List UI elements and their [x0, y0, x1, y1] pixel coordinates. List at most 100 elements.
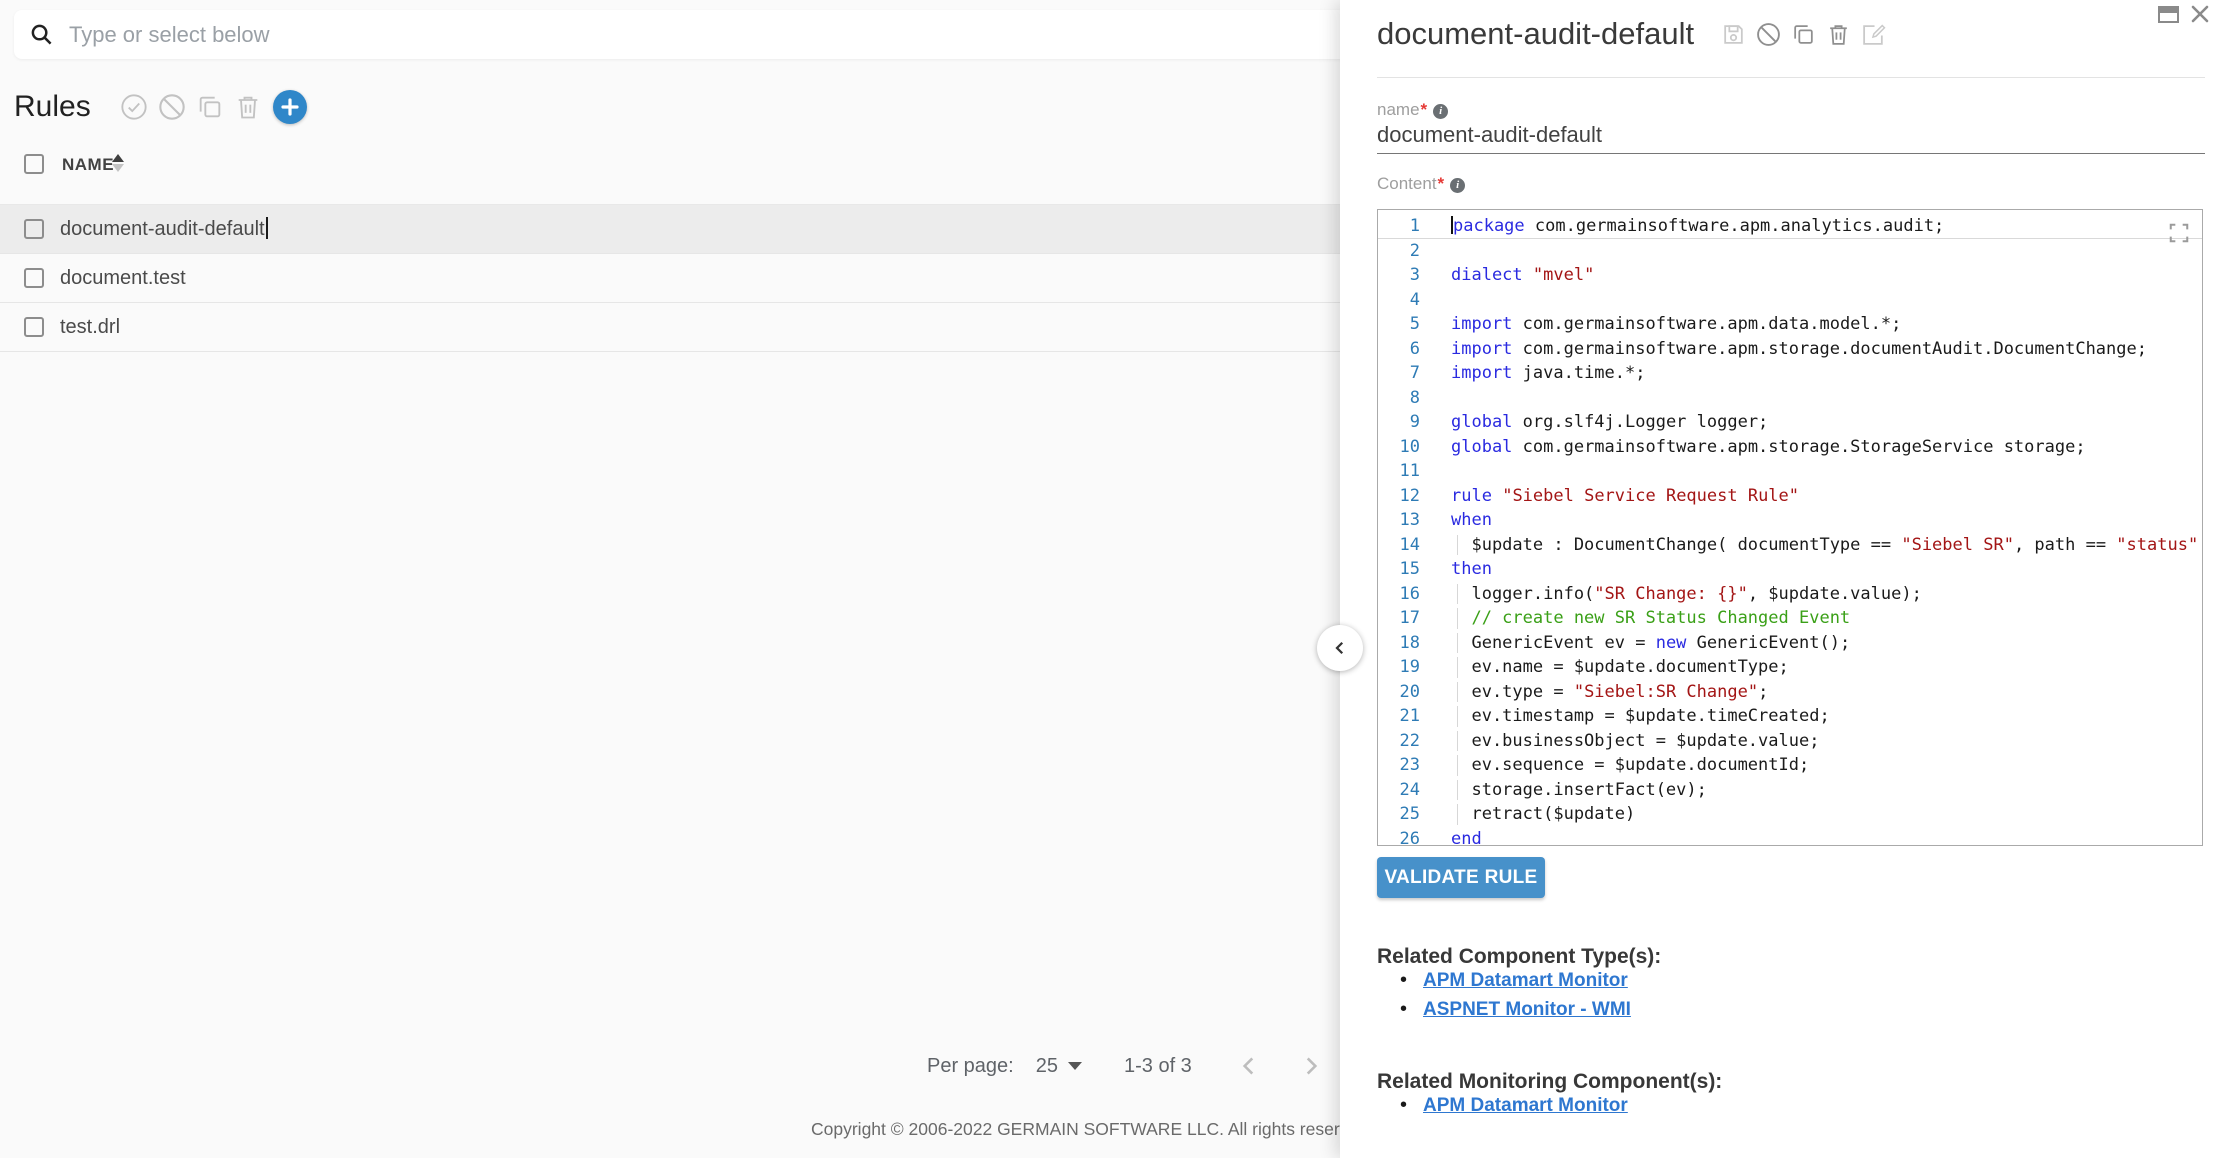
- code-token: [1492, 486, 1502, 506]
- next-page-button[interactable]: [1298, 1053, 1324, 1079]
- code-token: ev.timestamp = $update.timeCreated;: [1451, 706, 1830, 726]
- line-number: 25: [1378, 802, 1420, 827]
- related-link[interactable]: APM Datamart Monitor: [1423, 1095, 1628, 1117]
- line-number: 5: [1378, 312, 1420, 337]
- line-number: 7: [1378, 361, 1420, 386]
- line-number: 18: [1378, 631, 1420, 656]
- row-checkbox[interactable]: [24, 219, 44, 239]
- code-token: , $update.value);: [1748, 584, 1922, 604]
- line-number: 11: [1378, 459, 1420, 484]
- code-token: // create new SR Status Changed Event: [1451, 608, 1850, 628]
- code-line: 24 storage.insertFact(ev);: [1378, 778, 2202, 803]
- per-page-value: 25: [1036, 1055, 1058, 1078]
- line-number: 3: [1378, 263, 1420, 288]
- related-link[interactable]: APM Datamart Monitor: [1423, 970, 1628, 992]
- code-text: $update : DocumentChange( documentType =…: [1451, 533, 2202, 558]
- close-panel-button[interactable]: [2191, 5, 2209, 23]
- related-link[interactable]: ASPNET Monitor - WMI: [1423, 999, 1631, 1021]
- line-number: 2: [1378, 239, 1420, 264]
- pagination-range: 1-3 of 3: [1124, 1055, 1192, 1078]
- line-number: 8: [1378, 386, 1420, 411]
- caret-down-icon: [1068, 1062, 1082, 1070]
- code-token: storage.insertFact(ev);: [1451, 780, 1707, 800]
- code-token: logger.info(: [1451, 584, 1594, 604]
- code-text: end: [1451, 827, 2202, 847]
- trash-icon[interactable]: [234, 93, 262, 121]
- code-token: package: [1453, 216, 1525, 236]
- name-field-value[interactable]: document-audit-default: [1377, 122, 1602, 148]
- code-token: when: [1451, 510, 1492, 530]
- code-editor[interactable]: 1package com.germainsoftware.apm.analyti…: [1377, 209, 2203, 846]
- maximize-button[interactable]: [2158, 6, 2179, 23]
- code-line: 3dialect "mvel": [1378, 263, 2202, 288]
- code-token: org.slf4j.Logger logger;: [1512, 412, 1768, 432]
- line-number: 23: [1378, 753, 1420, 778]
- collapse-panel-button[interactable]: [1317, 625, 1363, 671]
- info-icon[interactable]: i: [1450, 178, 1465, 193]
- code-line: 14 $update : DocumentChange( documentTyp…: [1378, 533, 2202, 558]
- code-token: ev.sequence = $update.documentId;: [1451, 755, 1809, 775]
- header-divider: [1377, 77, 2205, 78]
- code-text: logger.info("SR Change: {}", $update.val…: [1451, 582, 2202, 607]
- content-field-label: Content*i: [1377, 174, 1465, 194]
- code-line: 11: [1378, 459, 2202, 484]
- name-field-label: name*i: [1377, 100, 1448, 120]
- per-page-select[interactable]: 25: [1036, 1055, 1082, 1078]
- previous-page-button[interactable]: [1236, 1053, 1262, 1079]
- code-line: 9global org.slf4j.Logger logger;: [1378, 410, 2202, 435]
- panel-header: document-audit-default: [1377, 16, 1891, 52]
- row-checkbox[interactable]: [24, 268, 44, 288]
- maximize-icon: [2158, 6, 2179, 23]
- pagination: Per page: 25 1-3 of 3: [927, 1048, 1360, 1084]
- code-token: com.germainsoftware.apm.data.model.*;: [1512, 314, 1901, 334]
- copy-icon[interactable]: [1791, 22, 1816, 47]
- code-line: 20 ev.type = "Siebel:SR Change";: [1378, 680, 2202, 705]
- related-component-types-list: •APM Datamart Monitor•ASPNET Monitor - W…: [1400, 966, 1631, 1024]
- page-title: Rules: [14, 90, 91, 124]
- line-number: 13: [1378, 508, 1420, 533]
- code-token: ev.type =: [1451, 682, 1574, 702]
- check-circle-icon[interactable]: [120, 93, 148, 121]
- code-text: ev.name = $update.documentType;: [1451, 655, 2202, 680]
- list-item: •APM Datamart Monitor: [1400, 1091, 1628, 1120]
- edit-icon[interactable]: [1861, 22, 1886, 47]
- info-icon[interactable]: i: [1433, 104, 1448, 119]
- column-header-name[interactable]: NAME: [62, 155, 114, 175]
- code-token: import: [1451, 363, 1512, 383]
- code-line: 18 GenericEvent ev = new GenericEvent();: [1378, 631, 2202, 656]
- code-text: retract($update): [1451, 802, 2202, 827]
- sort-indicator[interactable]: [112, 154, 124, 172]
- fullscreen-button[interactable]: [2168, 222, 2190, 244]
- code-token: GenericEvent();: [1686, 633, 1850, 653]
- code-text: import java.time.*;: [1451, 361, 2202, 386]
- code-token: new: [1656, 633, 1687, 653]
- ban-icon[interactable]: [158, 93, 186, 121]
- code-line: 1package com.germainsoftware.apm.analyti…: [1378, 214, 2202, 239]
- code-line: 4: [1378, 288, 2202, 313]
- sort-desc-icon: [112, 164, 124, 172]
- validate-rule-button[interactable]: VALIDATE RULE: [1377, 857, 1545, 898]
- copy-icon[interactable]: [196, 93, 224, 121]
- add-rule-button[interactable]: [273, 90, 307, 124]
- panel-title: document-audit-default: [1377, 16, 1694, 52]
- code-line: 5import com.germainsoftware.apm.data.mod…: [1378, 312, 2202, 337]
- ban-icon[interactable]: [1756, 22, 1781, 47]
- code-line: 8: [1378, 386, 2202, 411]
- code-token: "Siebel:SR Change": [1574, 682, 1758, 702]
- row-checkbox[interactable]: [24, 317, 44, 337]
- code-token: com.germainsoftware.apm.storage.document…: [1512, 339, 2147, 359]
- trash-icon[interactable]: [1826, 22, 1851, 47]
- code-line: 15then: [1378, 557, 2202, 582]
- code-token: retract($update): [1451, 804, 1635, 824]
- save-icon[interactable]: [1721, 22, 1746, 47]
- code-token: com.germainsoftware.apm.analytics.audit;: [1525, 216, 1945, 236]
- line-number: 14: [1378, 533, 1420, 558]
- select-all-checkbox[interactable]: [24, 154, 44, 174]
- content-label-text: Content: [1377, 174, 1437, 193]
- code-text: import com.germainsoftware.apm.storage.d…: [1451, 337, 2202, 362]
- code-token: "Siebel Service Request Rule": [1502, 486, 1799, 506]
- chevron-right-icon: [1298, 1053, 1324, 1079]
- line-number: 19: [1378, 655, 1420, 680]
- line-number: 4: [1378, 288, 1420, 313]
- rules-header: Rules: [14, 86, 307, 128]
